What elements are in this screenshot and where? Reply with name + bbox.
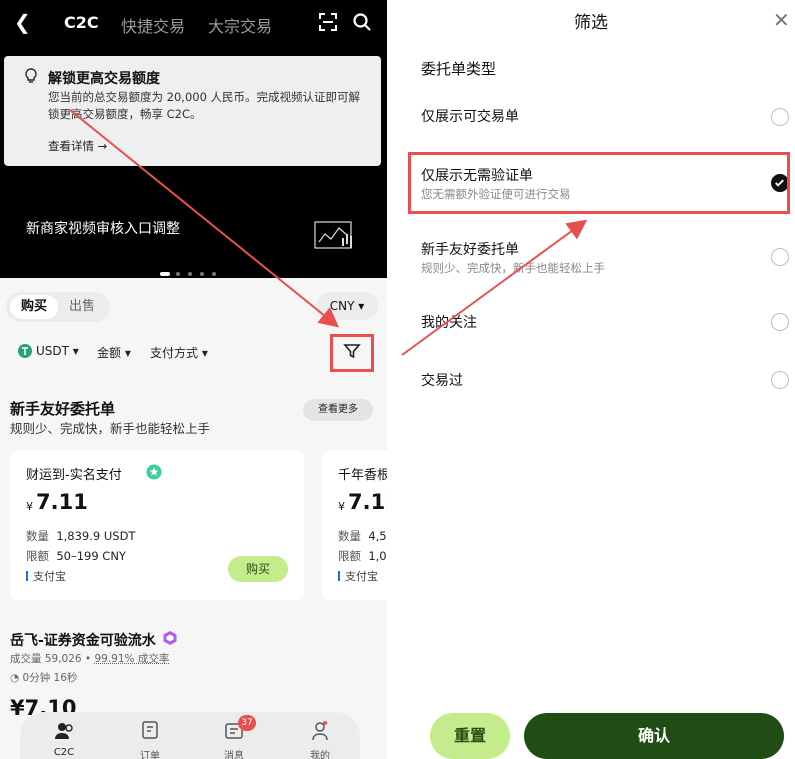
sell-toggle[interactable]: 出售 — [58, 295, 106, 319]
option-following[interactable]: 我的关注 — [421, 312, 477, 332]
message-badge: 37 — [238, 715, 256, 731]
tab-block-trade[interactable]: 大宗交易 — [208, 13, 272, 37]
option-traded-before[interactable]: 交易过 — [421, 370, 463, 390]
merchant-response-time: ◔ 0分钟 16秒 — [10, 672, 78, 684]
price: 7.12 — [348, 490, 387, 514]
price: 7.11 — [36, 490, 88, 514]
view-details-link[interactable]: 查看详情 → — [48, 138, 107, 154]
merchant-stats: 成交量 59,026 • 99.91% 成交率 — [10, 653, 170, 665]
coin-select[interactable]: USDT ▾ — [36, 344, 79, 358]
verified-badge-icon — [146, 464, 162, 484]
payment-method-select[interactable]: 支付方式 ▾ — [150, 344, 208, 361]
buy-sell-toggle: 购买 出售 — [6, 292, 110, 322]
currency-select[interactable]: CNY ▾ — [316, 292, 378, 320]
merchant-name: 千年香根 — [338, 468, 387, 483]
payment-method: 支付宝 — [26, 568, 66, 584]
price-symbol: ¥ — [338, 500, 345, 513]
search-icon[interactable] — [352, 12, 372, 36]
section-title: 新手友好委托单 — [10, 400, 116, 418]
amount-select[interactable]: 金额 ▾ — [97, 344, 131, 361]
c2c-screen: ❮ C2C 快捷交易 大宗交易 解锁更高交易额度 您当前的总交易额度为 20,0… — [0, 0, 387, 759]
section-subtitle: 规则少、完成快，新手也能轻松上手 — [10, 421, 211, 436]
radio-beginner-friendly[interactable] — [771, 248, 789, 266]
limit-notice-card: 解锁更高交易额度 您当前的总交易额度为 20,000 人民币。完成视频认证即可解… — [4, 56, 381, 166]
buy-button[interactable]: 购买 — [228, 556, 288, 582]
limit-row: 限额 1,00 — [338, 549, 387, 563]
filter-panel-title: 筛选 — [574, 13, 608, 33]
usdt-coin-icon — [18, 344, 32, 361]
lightbulb-icon — [24, 68, 38, 88]
price-symbol: ¥ — [26, 500, 33, 513]
payment-method: 支付宝 — [338, 568, 378, 584]
users-icon — [55, 723, 73, 739]
quantity-row: 数量 4,50 — [338, 529, 387, 543]
limit-row: 限额 50–199 CNY — [26, 549, 126, 563]
banner-chart-icon — [313, 218, 359, 258]
bottom-tab-bar: C2C 订单 37 消息 我的 — [20, 712, 360, 759]
profile-icon — [312, 721, 328, 741]
option-tradable-only[interactable]: 仅展示可交易单 — [421, 106, 519, 126]
filter-icon — [343, 342, 361, 364]
option-beginner-friendly-desc: 规则少、完成快，新手也能轻松上手 — [421, 261, 605, 275]
radio-tradable-only[interactable] — [771, 108, 789, 126]
reset-button[interactable]: 重置 — [430, 713, 510, 759]
trade-area: 购买 出售 CNY ▾ USDT ▾ 金额 ▾ 支付方式 ▾ 新手友好委托单 规… — [0, 278, 387, 759]
radio-following[interactable] — [771, 313, 789, 331]
clock-icon: ◔ — [10, 672, 20, 684]
offer-card[interactable]: 千年香根 ¥ 7.12 数量 4,50 限额 1,00 支付宝 — [322, 450, 387, 600]
option-beginner-friendly[interactable]: 新手友好委托单 — [421, 239, 519, 259]
quantity-row: 数量 1,839.9 USDT — [26, 529, 136, 543]
merchant-name: 财运到-实名支付 — [26, 468, 122, 483]
chevron-left-icon[interactable]: ❮ — [14, 10, 31, 34]
close-icon[interactable]: ✕ — [773, 8, 790, 32]
order-type-heading: 委托单类型 — [421, 60, 497, 78]
tab-c2c[interactable]: C2C — [64, 13, 99, 32]
scan-icon[interactable] — [318, 12, 338, 36]
merchant-badge-icon — [162, 630, 178, 650]
notice-title: 解锁更高交易额度 — [48, 71, 160, 87]
filter-button[interactable] — [330, 334, 374, 372]
banner-text[interactable]: 新商家视频审核入口调整 — [26, 218, 180, 238]
merchant-name[interactable]: 岳飞-证券资金可验流水 — [10, 630, 156, 650]
offer-card[interactable]: 财运到-实名支付 ¥ 7.11 数量 1,839.9 USDT 限额 50–19… — [10, 450, 304, 600]
notice-body: 您当前的总交易额度为 20,000 人民币。完成视频认证即可解锁更高交易额度，畅… — [48, 90, 361, 121]
radio-traded-before[interactable] — [771, 371, 789, 389]
highlight-box — [408, 152, 790, 214]
header-area: ❮ C2C 快捷交易 大宗交易 解锁更高交易额度 您当前的总交易额度为 20,0… — [0, 0, 387, 278]
orders-icon — [142, 721, 158, 739]
buy-toggle[interactable]: 购买 — [10, 295, 58, 319]
tab-quick-trade[interactable]: 快捷交易 — [121, 13, 185, 37]
filter-panel: 筛选 ✕ 委托单类型 仅展示可交易单 仅展示无需验证单 您无需额外验证便可进行交… — [387, 0, 795, 759]
top-nav: ❮ C2C 快捷交易 大宗交易 — [0, 10, 387, 38]
view-more-button[interactable]: 查看更多 — [303, 399, 373, 421]
confirm-button[interactable]: 确认 — [524, 713, 784, 759]
